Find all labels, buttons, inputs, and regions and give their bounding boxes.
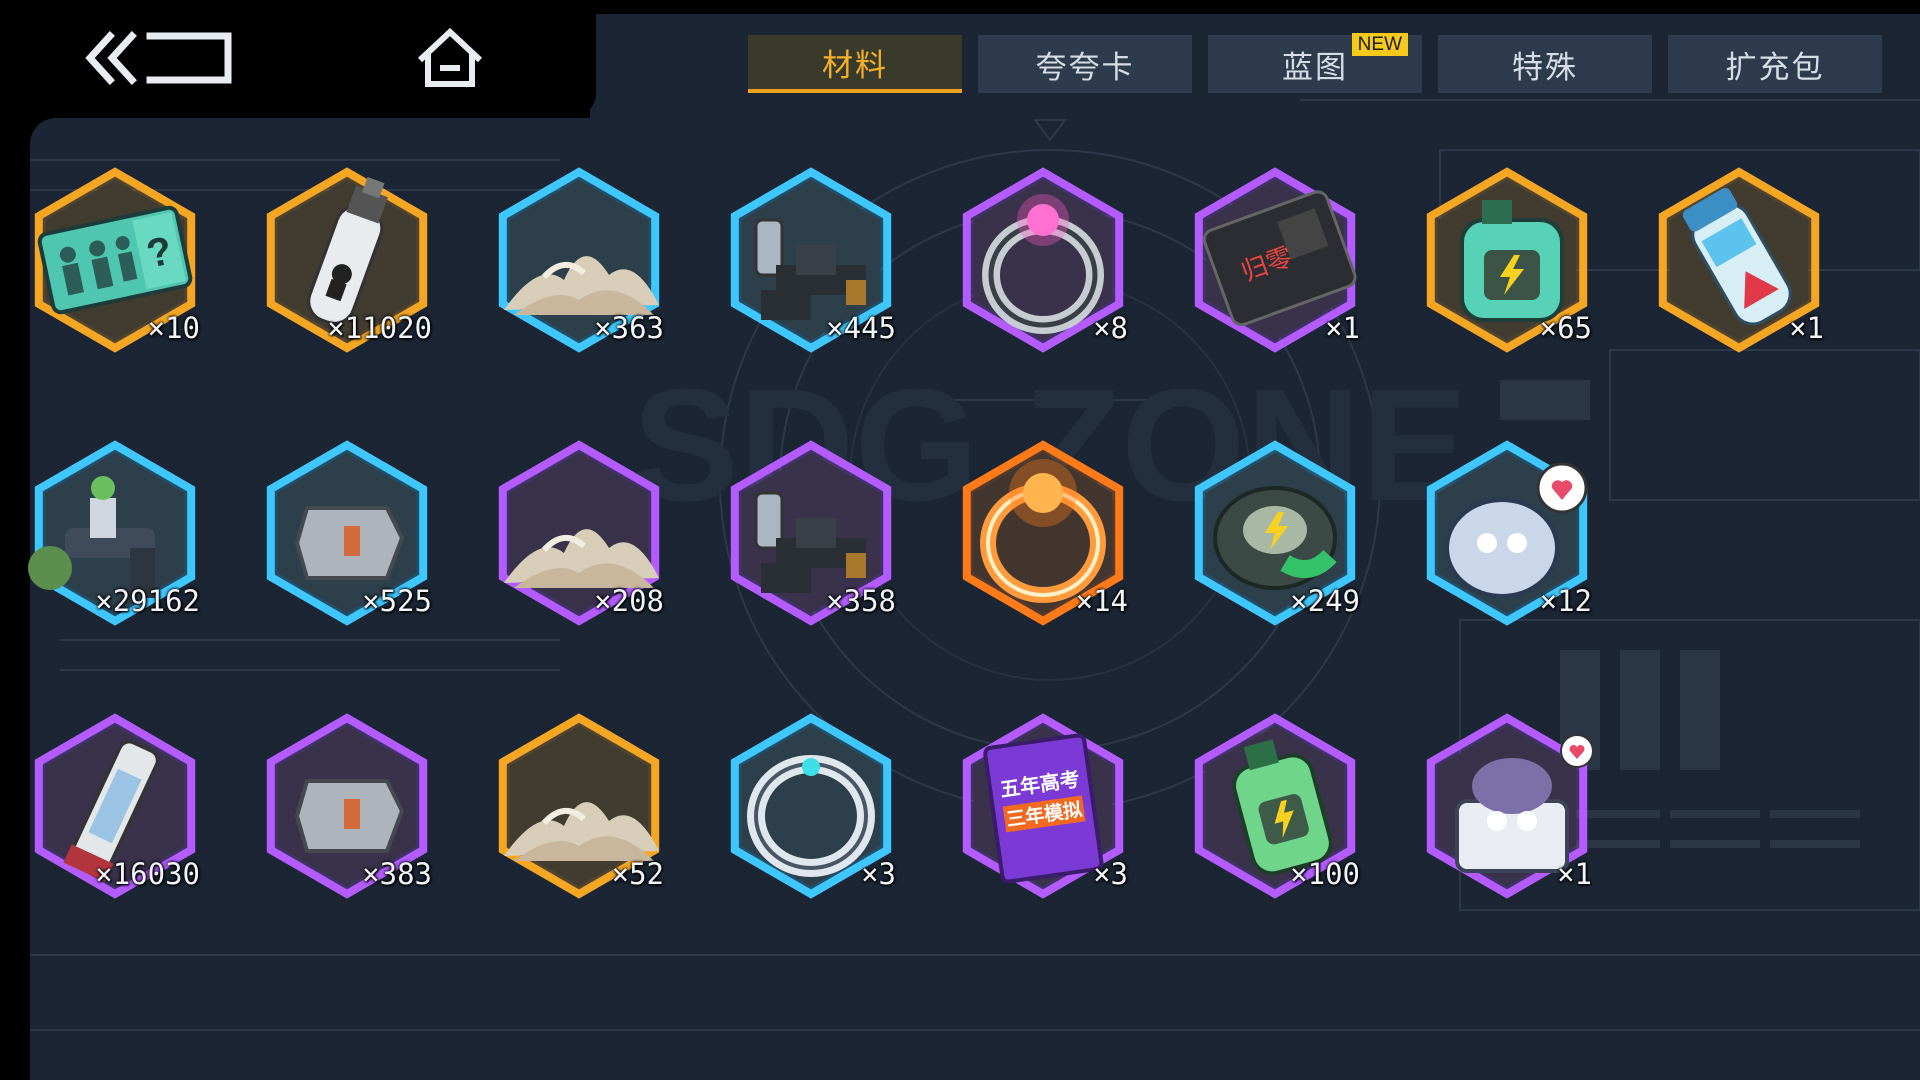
item-count: ×208: [594, 584, 664, 618]
tab-2[interactable]: 蓝图 NEW: [1208, 33, 1422, 93]
item-count: ×52: [611, 857, 664, 891]
top-nav-bar: [0, 0, 596, 116]
potion-tube-item[interactable]: ×11020: [252, 165, 442, 355]
double-chevron-back-icon: [85, 31, 232, 85]
item-count: ×1: [1789, 311, 1824, 345]
home-button[interactable]: [410, 20, 490, 96]
fire-ring-item[interactable]: ×14: [948, 438, 1138, 628]
item-count: ×525: [362, 584, 432, 618]
item-count: ×12: [1539, 584, 1592, 618]
item-count: ×445: [826, 311, 896, 345]
item-count: ×65: [1539, 311, 1592, 345]
item-count: ×358: [826, 584, 896, 618]
chip-plate-item[interactable]: ×525: [252, 438, 442, 628]
tab-label: 扩充包: [1725, 49, 1825, 86]
inventory-screen: SDG ZONE 材料 夸夸卡 蓝图 NEW 特殊 扩充包 ? ×10 ×110…: [0, 0, 1920, 1080]
tab-label: 夸夸卡: [1035, 49, 1135, 86]
gem-ring-item[interactable]: ×8: [948, 165, 1138, 355]
energy-bottle-item[interactable]: ×65: [1412, 165, 1602, 355]
item-count: ×11020: [327, 311, 432, 345]
tab-0[interactable]: 材料: [748, 35, 962, 93]
exam-book-item[interactable]: 五年高考 三年模拟 ×3: [948, 711, 1138, 901]
tab-label: 蓝图: [1282, 49, 1348, 86]
green-bottle-item[interactable]: ×100: [1180, 711, 1370, 901]
item-count: ×29162: [95, 584, 200, 618]
blue-vial-item[interactable]: ×1: [1644, 165, 1834, 355]
back-button[interactable]: [80, 20, 240, 96]
tab-3[interactable]: 特殊: [1438, 35, 1652, 93]
super-ticket-item[interactable]: ? ×10: [20, 165, 210, 355]
item-count: ×3: [861, 857, 896, 891]
item-count: ×1: [1557, 857, 1592, 891]
item-count: ×1: [1325, 311, 1360, 345]
sand-pile-item-gold[interactable]: ×52: [484, 711, 674, 901]
item-count: ×249: [1290, 584, 1360, 618]
item-count: ×100: [1290, 857, 1360, 891]
item-count: ×8: [1093, 311, 1128, 345]
item-count: ×3: [1093, 857, 1128, 891]
item-count: ×10: [147, 311, 200, 345]
item-count: ×363: [594, 311, 664, 345]
tab-label: 材料: [822, 47, 888, 84]
machine-parts-item-purple[interactable]: ×358: [716, 438, 906, 628]
battery-item[interactable]: ×16030: [20, 711, 210, 901]
item-count: ×16030: [95, 857, 200, 891]
sand-pile-item-purple[interactable]: ×208: [484, 438, 674, 628]
tab-1[interactable]: 夸夸卡: [978, 35, 1192, 93]
id-card-item[interactable]: 归零 ×1: [1180, 165, 1370, 355]
robot-arm-item[interactable]: ×29162: [20, 438, 210, 628]
machine-parts-item[interactable]: ×445: [716, 165, 906, 355]
silver-ring-item[interactable]: ×3: [716, 711, 906, 901]
tab-label: 特殊: [1512, 49, 1578, 86]
energy-chip-item[interactable]: ×249: [1180, 438, 1370, 628]
chip-plate-item-purple[interactable]: ×383: [252, 711, 442, 901]
new-badge: NEW: [1351, 33, 1408, 56]
item-count: ×14: [1075, 584, 1128, 618]
item-count: ×383: [362, 857, 432, 891]
mascot-pouch-item[interactable]: ×12: [1412, 438, 1602, 628]
mascot-box-item[interactable]: ×1: [1412, 711, 1602, 901]
home-icon: [417, 27, 483, 87]
tab-4[interactable]: 扩充包: [1668, 35, 1882, 93]
sand-pile-item[interactable]: ×363: [484, 165, 674, 355]
